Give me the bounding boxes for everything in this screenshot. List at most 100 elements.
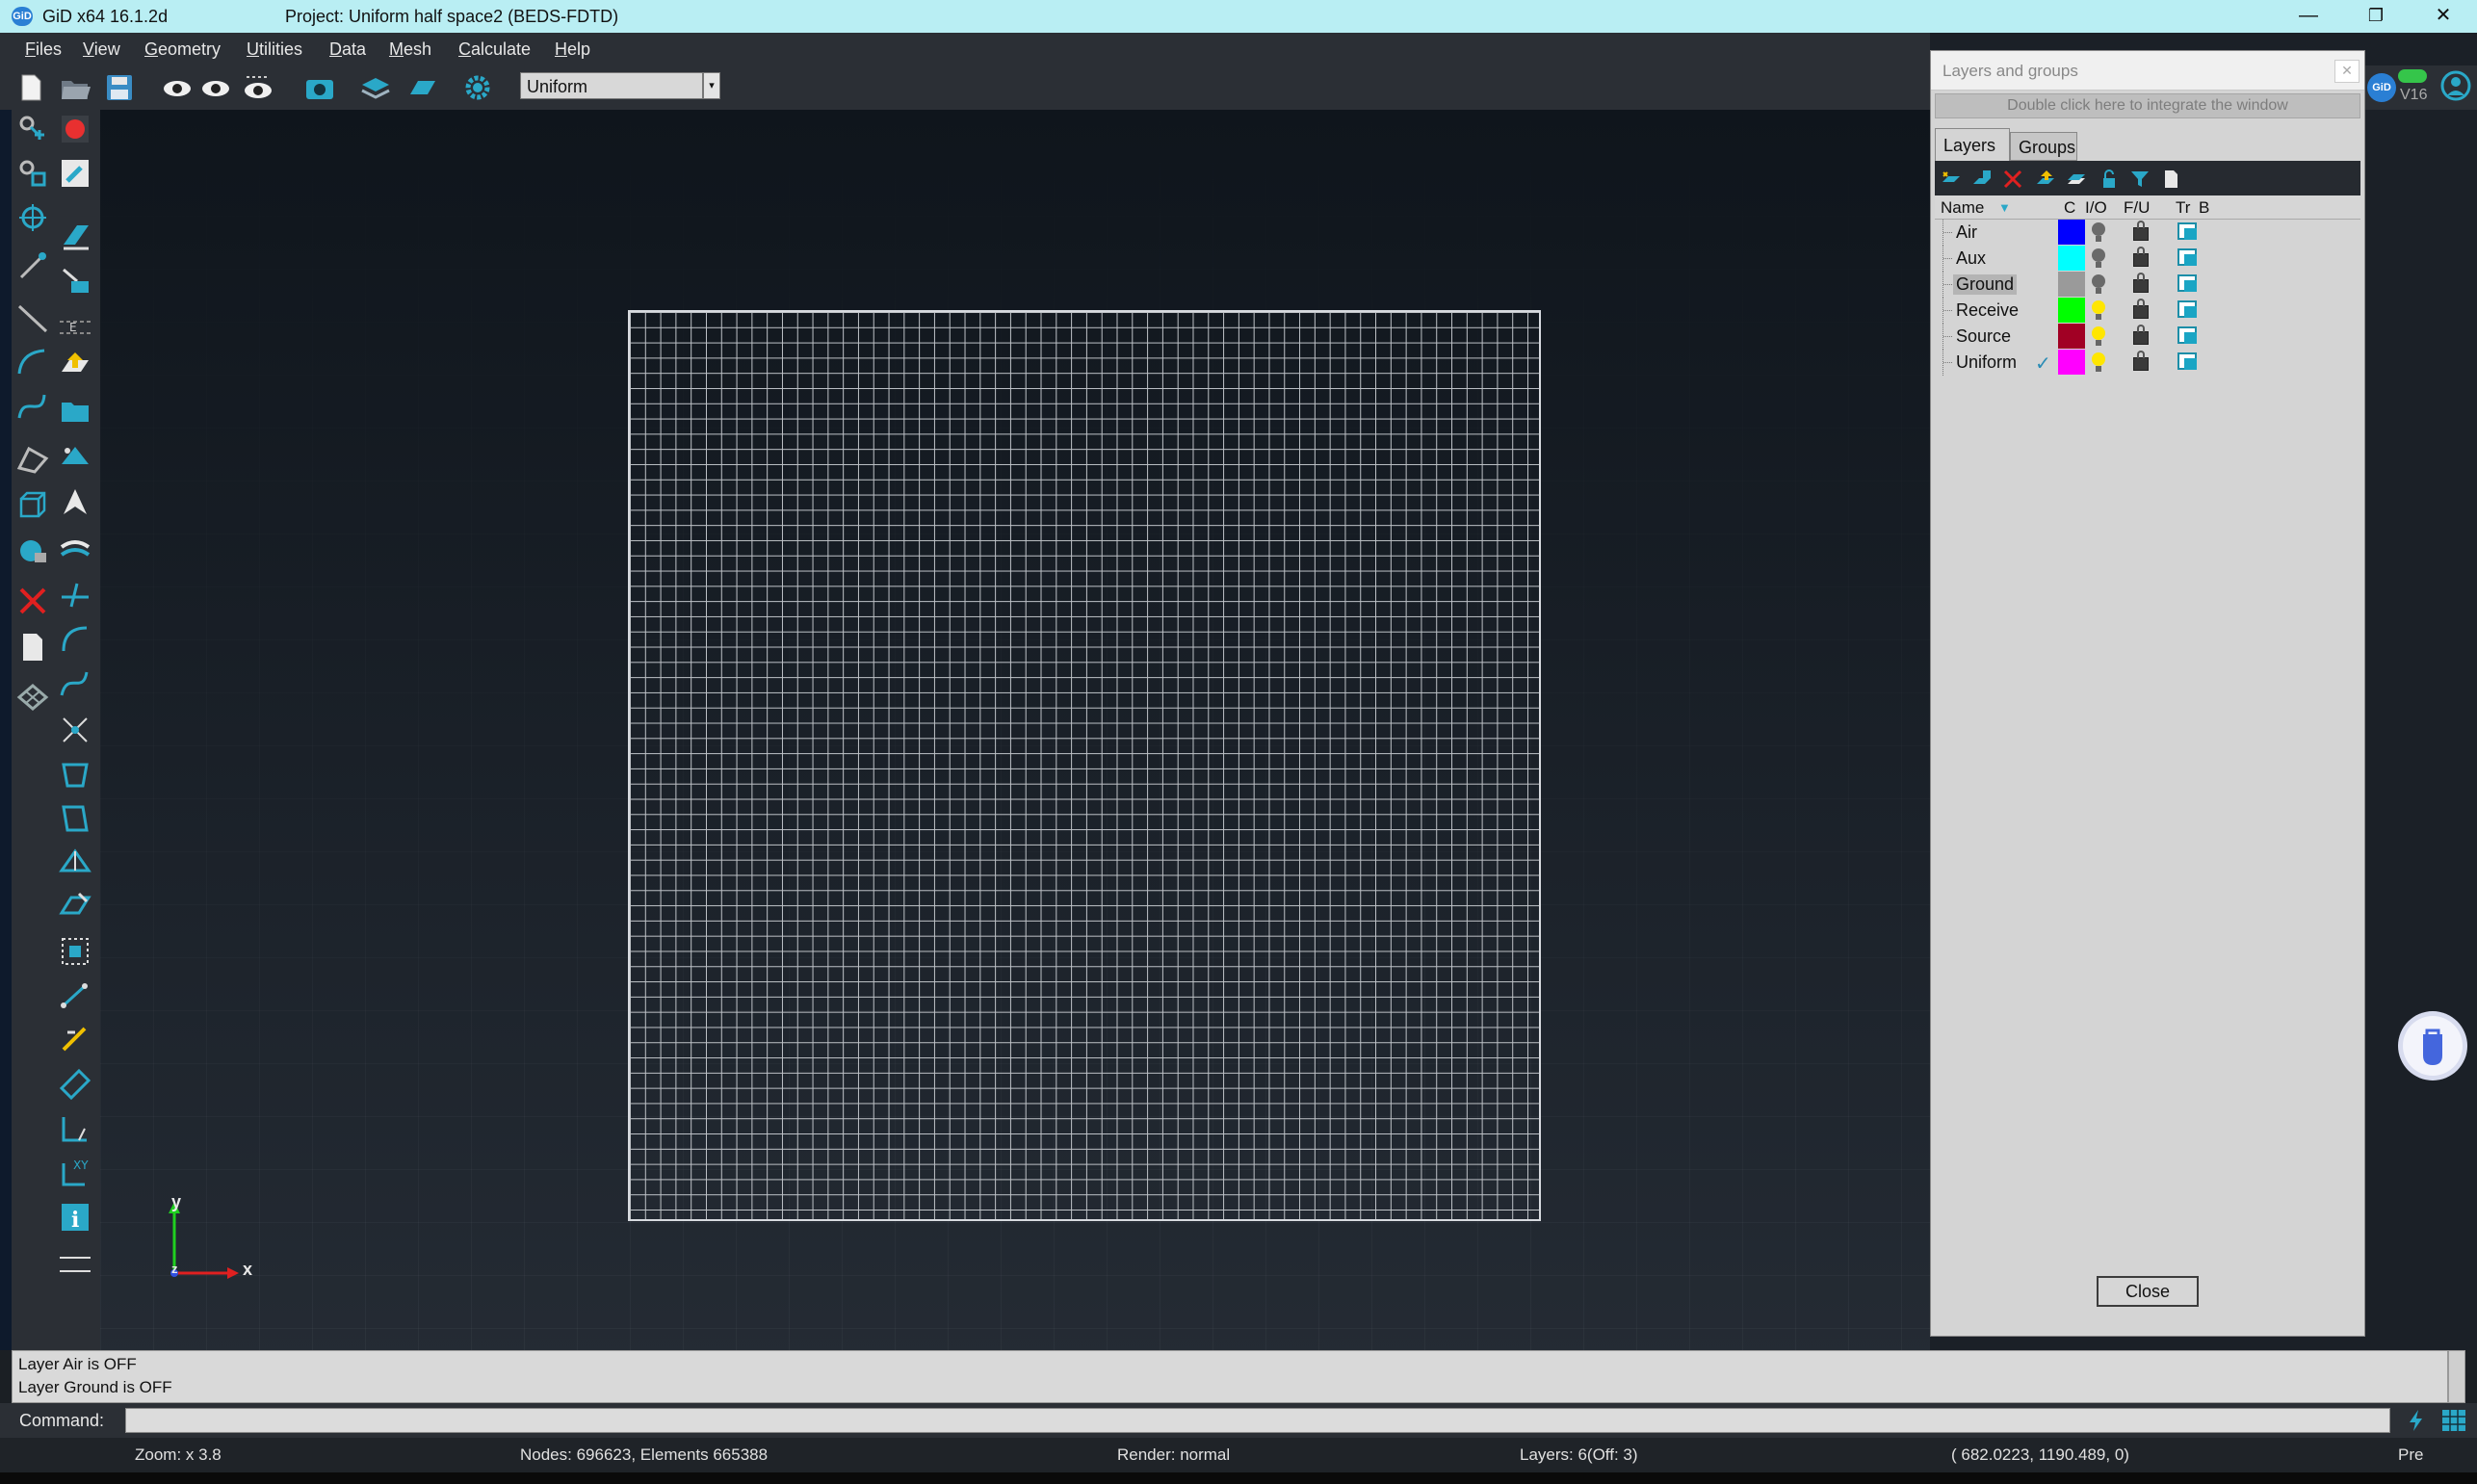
- layer-row-ground[interactable]: Ground: [1935, 272, 2360, 298]
- layer-name[interactable]: Ground: [1953, 274, 2018, 295]
- spline-edit-icon[interactable]: [58, 666, 92, 701]
- layer-name[interactable]: Source: [1956, 326, 2011, 347]
- surface-box-icon[interactable]: [58, 757, 92, 792]
- transparency-icon[interactable]: [2177, 300, 2197, 318]
- bulb-on-icon[interactable]: [2092, 300, 2105, 320]
- assign-mesh-icon[interactable]: [58, 846, 92, 880]
- view-rotate-eye-icon[interactable]: [160, 71, 195, 104]
- line-point-icon[interactable]: [15, 248, 50, 283]
- settings-gear-icon[interactable]: [460, 71, 495, 104]
- lock-icon[interactable]: [2133, 351, 2149, 371]
- grid-toggle-icon[interactable]: [2440, 1408, 2467, 1433]
- restore-button[interactable]: ❐: [2342, 0, 2410, 33]
- current-layer-select[interactable]: Uniform: [520, 72, 703, 99]
- info-icon[interactable]: i: [58, 1200, 92, 1235]
- surfaces-icon[interactable]: [404, 71, 439, 104]
- user-account-icon[interactable]: [2440, 69, 2471, 102]
- open-folder-tool-icon[interactable]: [58, 393, 92, 428]
- lock-icon[interactable]: [2133, 247, 2149, 267]
- menu-files[interactable]: Files: [25, 39, 62, 60]
- layer-row-air[interactable]: Air: [1935, 220, 2360, 246]
- mesh-view-icon[interactable]: [15, 680, 50, 715]
- output-scrollbar[interactable]: [2448, 1350, 2465, 1403]
- edit-pencil-icon[interactable]: [58, 156, 92, 191]
- menu-geometry[interactable]: Geometry: [144, 39, 221, 60]
- bulb-on-icon[interactable]: [2092, 326, 2105, 346]
- mesh-generate-icon[interactable]: [58, 890, 92, 924]
- delete-icon[interactable]: [15, 584, 50, 618]
- layer-name[interactable]: Aux: [1956, 248, 1986, 269]
- menu-data[interactable]: Data: [329, 39, 366, 60]
- col-io-header[interactable]: I/O: [2085, 198, 2107, 218]
- view-eye-options-icon[interactable]: [241, 71, 275, 104]
- layer-row-uniform[interactable]: Uniform ✓: [1935, 350, 2360, 376]
- delete-layer-icon[interactable]: [2002, 169, 2023, 190]
- layer-row-receive[interactable]: Receive: [1935, 298, 2360, 324]
- status-render[interactable]: Render: normal: [1117, 1445, 1230, 1465]
- layer-name[interactable]: Uniform: [1956, 352, 2017, 373]
- bulb-off-icon[interactable]: [2092, 274, 2105, 294]
- create-volume-icon[interactable]: [15, 487, 50, 522]
- select-zoom-icon[interactable]: [15, 156, 50, 191]
- move-entity-icon[interactable]: [58, 264, 92, 299]
- panel-title-bar[interactable]: Layers and groups ✕: [1931, 51, 2364, 91]
- layer-to-use-icon[interactable]: [2066, 169, 2087, 190]
- measure-tool-icon[interactable]: [58, 1023, 92, 1057]
- col-name-header[interactable]: Name: [1941, 198, 1984, 218]
- minimize-button[interactable]: —: [2275, 0, 2342, 33]
- bulb-on-icon[interactable]: [2092, 352, 2105, 372]
- menu-calculate[interactable]: Calculate: [458, 39, 531, 60]
- floating-assistant-icon[interactable]: [2396, 1009, 2469, 1082]
- layer-select-dropdown-arrow[interactable]: ▾: [703, 72, 720, 99]
- stop-record-icon[interactable]: [58, 112, 92, 146]
- new-layer-icon[interactable]: [1941, 169, 1962, 190]
- angle-icon[interactable]: [58, 1111, 92, 1146]
- panel-close-button[interactable]: Close: [2097, 1276, 2199, 1307]
- transparency-icon[interactable]: [2177, 326, 2197, 344]
- layer-name[interactable]: Receive: [1956, 300, 2019, 321]
- integrate-window-hint[interactable]: Double click here to integrate the windo…: [1935, 93, 2360, 118]
- layer-name[interactable]: Air: [1956, 222, 1977, 243]
- lock-icon[interactable]: [2133, 299, 2149, 319]
- surface-mesh-icon[interactable]: [58, 441, 92, 476]
- transparency-icon[interactable]: [2177, 352, 2197, 370]
- layer-color-swatch[interactable]: [2058, 324, 2085, 349]
- divide-line-icon[interactable]: E: [58, 310, 92, 345]
- create-nurbs-icon[interactable]: [15, 389, 50, 424]
- lock-icon[interactable]: [2133, 273, 2149, 293]
- import-surface-icon[interactable]: [58, 349, 92, 383]
- transparency-icon[interactable]: [2177, 274, 2197, 292]
- layer-color-swatch[interactable]: [2058, 220, 2085, 245]
- explode-icon[interactable]: [58, 713, 92, 747]
- list-entities-icon[interactable]: [15, 630, 50, 664]
- col-fu-header[interactable]: F/U: [2124, 198, 2150, 218]
- menu-utilities[interactable]: Utilities: [247, 39, 302, 60]
- separator-line-icon[interactable]: [58, 1246, 92, 1281]
- layer-lock-icon[interactable]: [2099, 169, 2120, 190]
- screenshot-camera-icon[interactable]: [302, 71, 337, 104]
- create-object-icon[interactable]: [15, 534, 50, 568]
- bulb-off-icon[interactable]: [2092, 222, 2105, 242]
- layer-color-swatch[interactable]: [2058, 298, 2085, 323]
- layer-color-swatch[interactable]: [2058, 272, 2085, 297]
- surface-trim-icon[interactable]: [58, 801, 92, 836]
- create-surface-icon[interactable]: [15, 443, 50, 478]
- transparency-icon[interactable]: [2177, 248, 2197, 266]
- open-folder-icon[interactable]: [58, 71, 92, 104]
- layer-row-aux[interactable]: Aux: [1935, 246, 2360, 272]
- layer-row-source[interactable]: Source: [1935, 324, 2360, 350]
- create-arc-icon[interactable]: [15, 345, 50, 379]
- gid-badge-icon[interactable]: GiD: [2367, 73, 2396, 102]
- tab-groups[interactable]: Groups: [2010, 132, 2077, 161]
- lightning-icon[interactable]: [2404, 1408, 2429, 1433]
- col-b-header[interactable]: B: [2199, 198, 2209, 218]
- boundary-icon[interactable]: [58, 485, 92, 520]
- layer-color-swatch[interactable]: [2058, 246, 2085, 271]
- status-mode[interactable]: Pre: [2398, 1445, 2423, 1465]
- close-window-button[interactable]: ✕: [2410, 0, 2477, 33]
- ruler-icon[interactable]: [58, 1067, 92, 1102]
- new-child-layer-icon[interactable]: [1971, 169, 1993, 190]
- col-color-header[interactable]: C: [2064, 198, 2075, 218]
- command-input[interactable]: [125, 1408, 2390, 1433]
- save-icon[interactable]: [102, 71, 137, 104]
